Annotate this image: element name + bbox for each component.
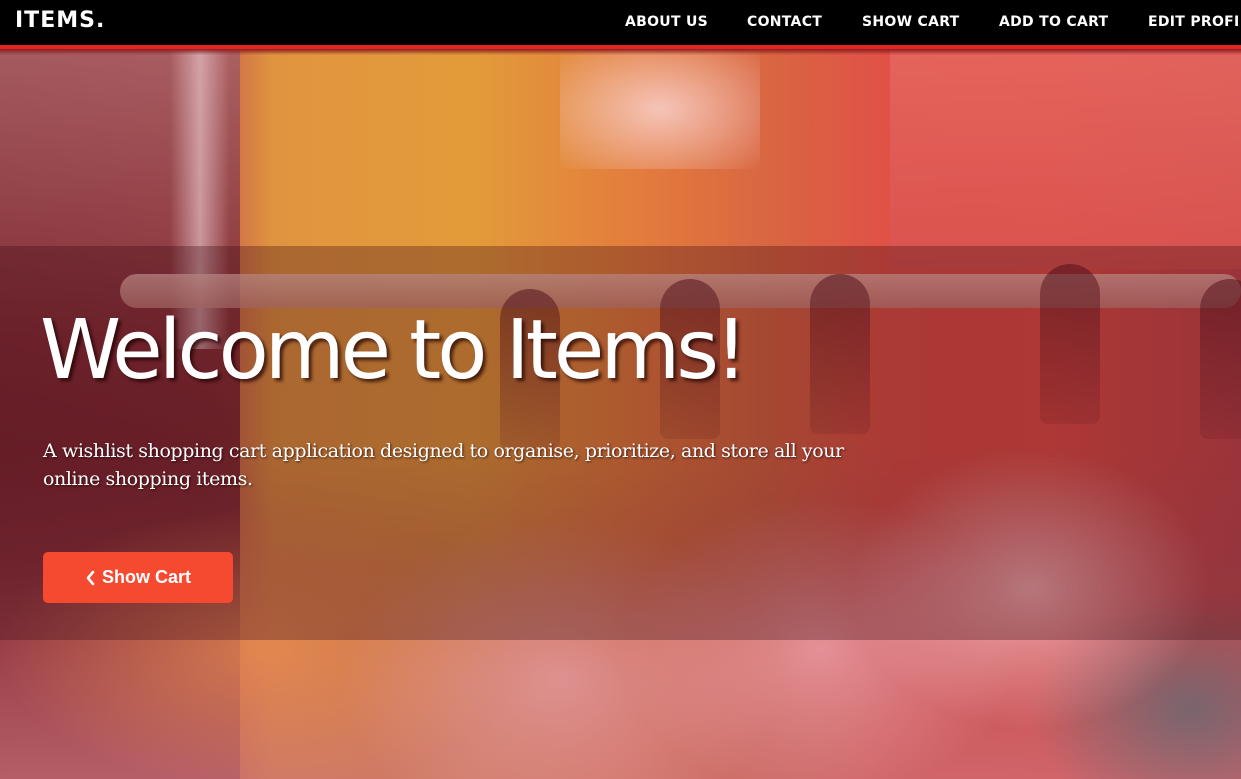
show-cart-button-label: Show Cart <box>101 567 191 587</box>
show-cart-button[interactable]: Show Cart <box>43 552 233 603</box>
hero-title: Welcome to Items! <box>40 303 748 398</box>
nav-link-show-cart[interactable]: SHOW CART <box>862 14 960 30</box>
nav-link-about-us[interactable]: ABOUT US <box>625 14 708 30</box>
brand-logo[interactable]: ITEMS. <box>15 8 105 33</box>
hero-subtitle: A wishlist shopping cart application des… <box>43 440 844 490</box>
navbar-shadow <box>0 49 1241 55</box>
navbar: ITEMS. ABOUT US CONTACT SHOW CART ADD TO… <box>0 0 1241 45</box>
nav-link-edit-profile[interactable]: EDIT PROFI <box>1148 14 1240 30</box>
chevron-left-icon <box>85 570 96 586</box>
nav-link-contact[interactable]: CONTACT <box>747 14 822 30</box>
nav-link-add-to-cart[interactable]: ADD TO CART <box>999 14 1108 30</box>
page: ITEMS. ABOUT US CONTACT SHOW CART ADD TO… <box>0 0 1241 779</box>
navbar-accent-border <box>0 45 1241 49</box>
